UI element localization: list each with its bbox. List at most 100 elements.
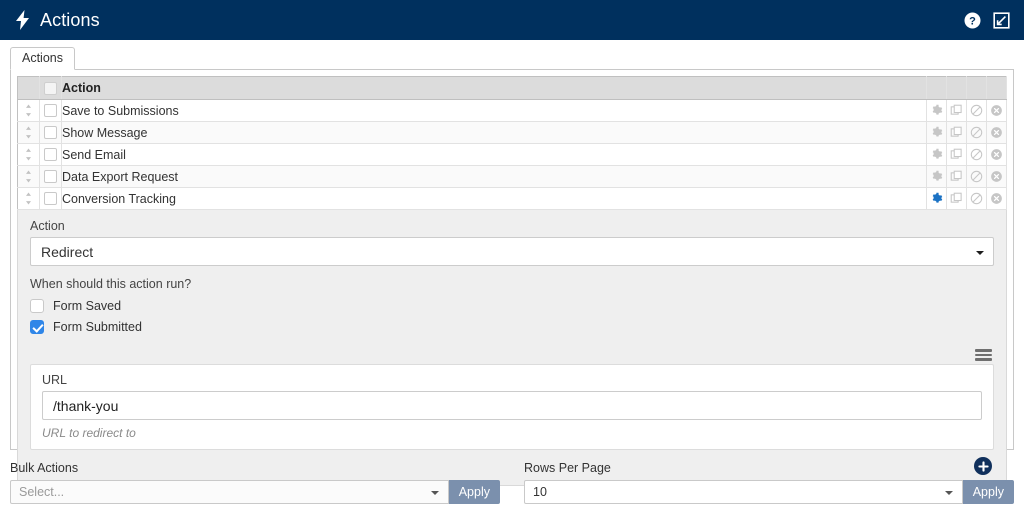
hamburger-menu-icon[interactable] bbox=[975, 349, 992, 361]
actions-panel: Action Save to Submissions Show Message Se… bbox=[10, 70, 1014, 486]
rows-per-page-group: Rows Per Page 10 Apply bbox=[524, 461, 1014, 504]
row-gear-cell[interactable] bbox=[926, 99, 947, 122]
disable-icon[interactable] bbox=[967, 126, 986, 139]
row-checkbox[interactable] bbox=[44, 104, 57, 117]
chevron-down-icon bbox=[944, 491, 953, 495]
gear-icon[interactable] bbox=[927, 126, 946, 139]
row-disable-cell[interactable] bbox=[966, 187, 987, 210]
action-select[interactable]: Redirect bbox=[30, 237, 994, 266]
row-drag-cell[interactable] bbox=[17, 99, 40, 122]
select-all-checkbox[interactable] bbox=[44, 81, 57, 95]
header-gear-column bbox=[926, 76, 947, 100]
duplicate-icon[interactable] bbox=[947, 104, 966, 117]
table-row[interactable]: Send Email bbox=[17, 143, 1007, 166]
rows-per-page-value: 10 bbox=[533, 485, 547, 499]
rows-per-page-select[interactable]: 10 bbox=[524, 480, 963, 504]
row-select-cell[interactable] bbox=[39, 99, 62, 122]
table-row[interactable]: Conversion Tracking bbox=[17, 187, 1007, 210]
row-action-name: Conversion Tracking bbox=[61, 187, 927, 210]
duplicate-icon[interactable] bbox=[947, 126, 966, 139]
row-delete-cell[interactable] bbox=[986, 187, 1007, 210]
row-drag-cell[interactable] bbox=[17, 187, 40, 210]
row-disable-cell[interactable] bbox=[966, 143, 987, 166]
gear-icon[interactable] bbox=[927, 170, 946, 183]
drag-handle-icon[interactable] bbox=[18, 126, 39, 139]
row-duplicate-cell[interactable] bbox=[946, 143, 967, 166]
row-disable-cell[interactable] bbox=[966, 121, 987, 144]
drag-handle-icon[interactable] bbox=[18, 104, 39, 117]
delete-icon[interactable] bbox=[987, 104, 1006, 117]
chevron-down-icon bbox=[976, 250, 984, 255]
gear-icon[interactable] bbox=[927, 104, 946, 117]
url-input[interactable]: /thank-you bbox=[42, 391, 982, 420]
drag-handle-icon[interactable] bbox=[18, 170, 39, 183]
bulk-actions-label: Bulk Actions bbox=[10, 461, 79, 475]
row-delete-cell[interactable] bbox=[986, 99, 1007, 122]
delete-icon[interactable] bbox=[987, 148, 1006, 161]
row-select-cell[interactable] bbox=[39, 187, 62, 210]
row-checkbox[interactable] bbox=[44, 148, 57, 161]
row-gear-cell[interactable] bbox=[926, 187, 947, 210]
row-gear-cell[interactable] bbox=[926, 143, 947, 166]
bulk-actions-apply-button[interactable]: Apply bbox=[448, 480, 500, 504]
collapse-arrow-icon[interactable] bbox=[992, 11, 1010, 29]
row-gear-cell[interactable] bbox=[926, 165, 947, 188]
row-checkbox[interactable] bbox=[44, 192, 57, 205]
delete-icon[interactable] bbox=[987, 126, 1006, 139]
row-checkbox[interactable] bbox=[44, 126, 57, 139]
action-select-value: Redirect bbox=[41, 243, 94, 260]
form-submitted-checkbox[interactable] bbox=[30, 319, 44, 334]
row-action-name: Data Export Request bbox=[61, 165, 927, 188]
row-duplicate-cell[interactable] bbox=[946, 165, 967, 188]
row-select-cell[interactable] bbox=[39, 121, 62, 144]
disable-icon[interactable] bbox=[967, 170, 986, 183]
help-circle-icon[interactable]: ? bbox=[963, 11, 981, 29]
row-select-cell[interactable] bbox=[39, 165, 62, 188]
drag-handle-icon[interactable] bbox=[18, 192, 39, 205]
duplicate-icon[interactable] bbox=[947, 192, 966, 205]
form-submitted-row[interactable]: Form Submitted bbox=[30, 317, 994, 336]
disable-icon[interactable] bbox=[967, 104, 986, 117]
form-saved-checkbox[interactable] bbox=[30, 298, 44, 313]
row-duplicate-cell[interactable] bbox=[946, 99, 967, 122]
drag-handle-icon[interactable] bbox=[18, 148, 39, 161]
url-section: URL /thank-you URL to redirect to bbox=[30, 346, 994, 450]
table-row[interactable]: Show Message bbox=[17, 121, 1007, 144]
form-saved-row[interactable]: Form Saved bbox=[30, 296, 994, 315]
row-gear-cell[interactable] bbox=[926, 121, 947, 144]
row-delete-cell[interactable] bbox=[986, 121, 1007, 144]
header-disable-column bbox=[966, 76, 987, 100]
gear-icon[interactable] bbox=[927, 192, 946, 205]
action-select-label: Action bbox=[30, 219, 65, 233]
row-checkbox[interactable] bbox=[44, 170, 57, 183]
gear-icon[interactable] bbox=[927, 148, 946, 161]
row-disable-cell[interactable] bbox=[966, 165, 987, 188]
row-disable-cell[interactable] bbox=[966, 99, 987, 122]
disable-icon[interactable] bbox=[967, 148, 986, 161]
disable-icon[interactable] bbox=[967, 192, 986, 205]
delete-icon[interactable] bbox=[987, 192, 1006, 205]
page-title: Actions bbox=[40, 10, 100, 30]
rows-per-page-label: Rows Per Page bbox=[524, 461, 611, 475]
row-delete-cell[interactable] bbox=[986, 143, 1007, 166]
row-drag-cell[interactable] bbox=[17, 121, 40, 144]
rows-per-page-apply-button[interactable]: Apply bbox=[962, 480, 1014, 504]
row-action-name: Send Email bbox=[61, 143, 927, 166]
table-row[interactable]: Save to Submissions bbox=[17, 99, 1007, 122]
bulk-actions-group: Bulk Actions Select... Apply bbox=[10, 461, 500, 504]
url-section-toolbar bbox=[30, 346, 994, 364]
row-drag-cell[interactable] bbox=[17, 143, 40, 166]
row-delete-cell[interactable] bbox=[986, 165, 1007, 188]
bulk-actions-select[interactable]: Select... bbox=[10, 480, 449, 504]
table-row[interactable]: Data Export Request bbox=[17, 165, 1007, 188]
table-body: Save to Submissions Show Message Send Emai… bbox=[17, 99, 1007, 210]
row-select-cell[interactable] bbox=[39, 143, 62, 166]
chevron-down-icon bbox=[430, 491, 439, 495]
duplicate-icon[interactable] bbox=[947, 148, 966, 161]
tab-actions[interactable]: Actions bbox=[10, 47, 75, 70]
row-duplicate-cell[interactable] bbox=[946, 121, 967, 144]
row-drag-cell[interactable] bbox=[17, 165, 40, 188]
row-duplicate-cell[interactable] bbox=[946, 187, 967, 210]
duplicate-icon[interactable] bbox=[947, 170, 966, 183]
delete-icon[interactable] bbox=[987, 170, 1006, 183]
